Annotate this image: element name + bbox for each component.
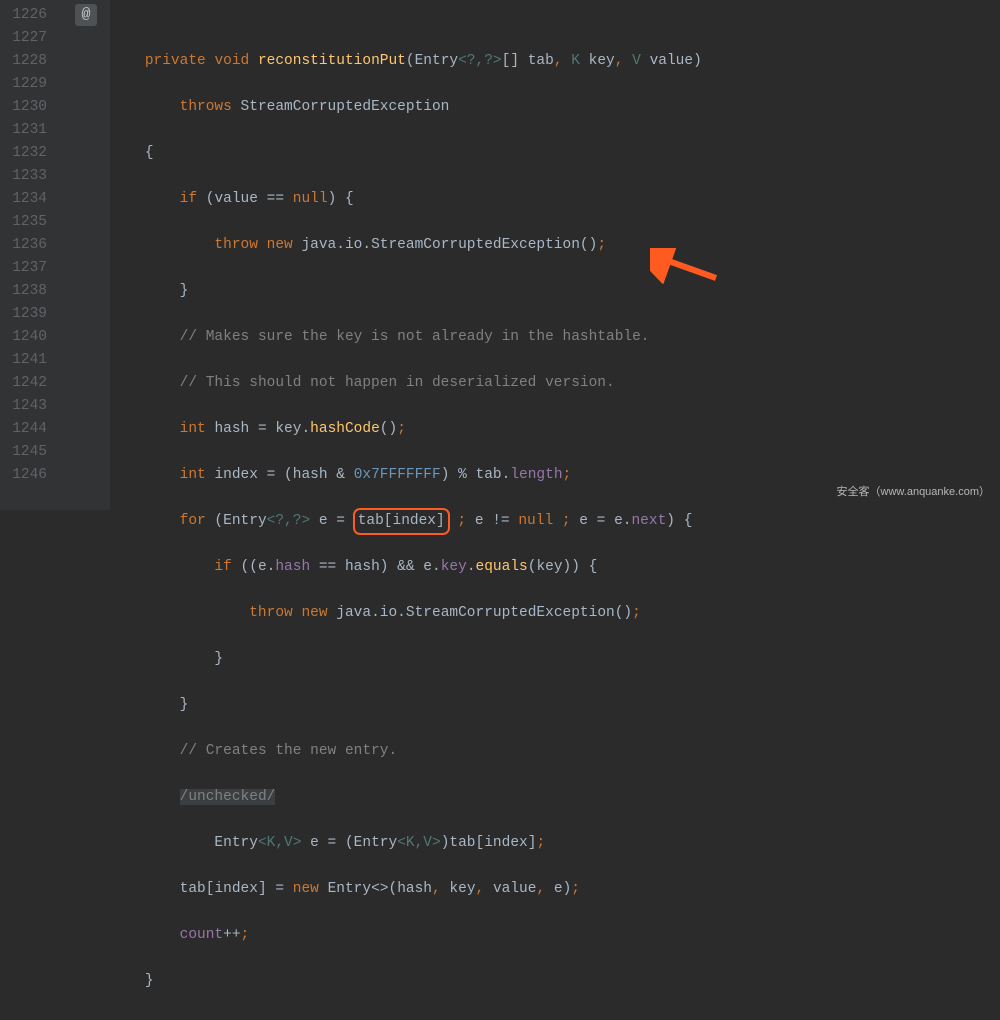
highlight-box: tab[index]: [353, 508, 450, 535]
code-line: /unchecked/: [110, 786, 1000, 809]
arrow-annotation-icon: [650, 248, 720, 284]
line-number: 1237: [0, 257, 47, 280]
line-number: 1243: [0, 395, 47, 418]
code-line: throw new java.io.StreamCorruptedExcepti…: [110, 602, 1000, 625]
code-line: }: [110, 648, 1000, 671]
line-number: 1245: [0, 441, 47, 464]
line-number: 1242: [0, 372, 47, 395]
code-line: if ((e.hash == hash) && e.key.equals(key…: [110, 556, 1000, 579]
line-number-gutter: 1226122712281229123012311232123312341235…: [0, 0, 55, 510]
code-area[interactable]: private void reconstitutionPut(Entry<?,?…: [110, 0, 1000, 510]
line-number: 1236: [0, 234, 47, 257]
code-line: count++;: [110, 924, 1000, 947]
line-number: 1246: [0, 464, 47, 487]
line-number: 1244: [0, 418, 47, 441]
line-number: 1235: [0, 211, 47, 234]
code-line: }: [110, 970, 1000, 993]
code-line: {: [110, 142, 1000, 165]
code-line: }: [110, 280, 1000, 303]
line-number: 1229: [0, 73, 47, 96]
code-line: throw new java.io.StreamCorruptedExcepti…: [110, 234, 1000, 257]
line-number: 1226: [0, 4, 47, 27]
line-number: 1241: [0, 349, 47, 372]
watermark: 安全客（www.anquanke.com）: [837, 481, 990, 504]
code-line: // This should not happen in deserialize…: [110, 372, 1000, 395]
code-editor[interactable]: 1226122712281229123012311232123312341235…: [0, 0, 1000, 510]
line-number: 1239: [0, 303, 47, 326]
code-line: private void reconstitutionPut(Entry<?,?…: [110, 50, 1000, 73]
line-number: 1227: [0, 27, 47, 50]
code-line: // Creates the new entry.: [110, 740, 1000, 763]
code-line: int hash = key.hashCode();: [110, 418, 1000, 441]
code-line: throws StreamCorruptedException: [110, 96, 1000, 119]
line-number: 1233: [0, 165, 47, 188]
line-number: 1234: [0, 188, 47, 211]
marker-column: @: [55, 0, 110, 510]
code-line: for (Entry<?,?> e = tab[index] ; e != nu…: [110, 510, 1000, 533]
line-number: 1231: [0, 119, 47, 142]
change-marker[interactable]: @: [75, 4, 97, 26]
code-line: Entry<K,V> e = (Entry<K,V>)tab[index];: [110, 832, 1000, 855]
code-line: }: [110, 694, 1000, 717]
line-number: 1230: [0, 96, 47, 119]
code-line: // Makes sure the key is not already in …: [110, 326, 1000, 349]
code-line: if (value == null) {: [110, 188, 1000, 211]
code-line: tab[index] = new Entry<>(hash, key, valu…: [110, 878, 1000, 901]
line-number: 1228: [0, 50, 47, 73]
line-number: 1240: [0, 326, 47, 349]
line-number: 1232: [0, 142, 47, 165]
line-number: 1238: [0, 280, 47, 303]
